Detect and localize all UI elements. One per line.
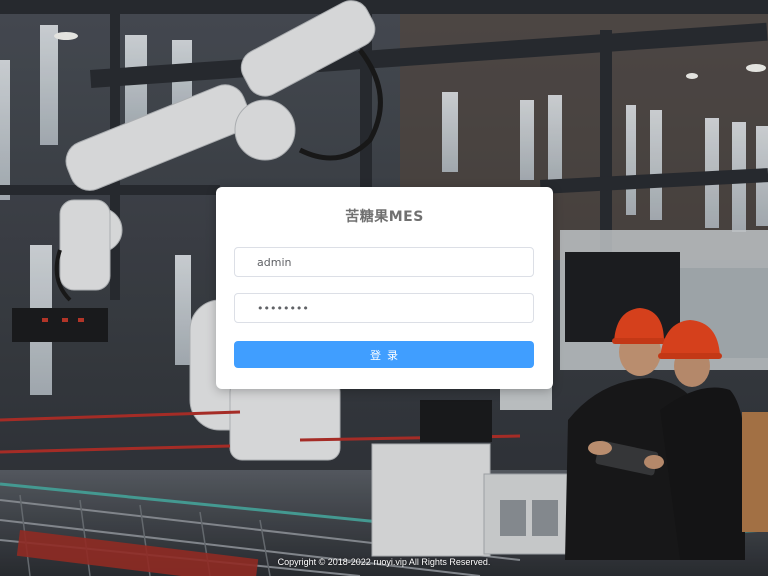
copyright-footer: Copyright © 2018-2022 ruoyi.vip All Righ…: [277, 557, 491, 567]
username-input[interactable]: [235, 248, 533, 276]
username-field[interactable]: [234, 247, 534, 277]
password-input[interactable]: [235, 294, 533, 322]
password-field[interactable]: [234, 293, 534, 323]
login-card: 苦糖果MES 登录: [216, 187, 553, 389]
login-title: 苦糖果MES: [345, 209, 424, 225]
login-button[interactable]: 登录: [234, 341, 534, 368]
